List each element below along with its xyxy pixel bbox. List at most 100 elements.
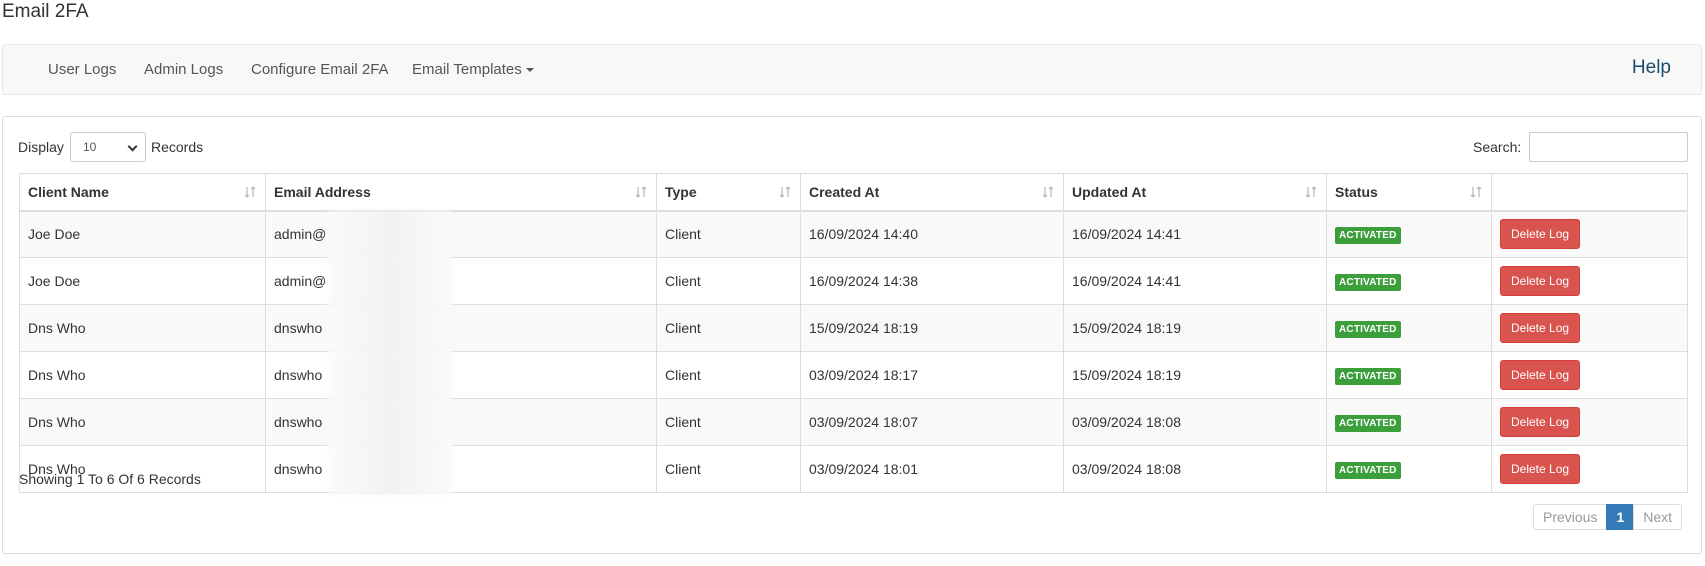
cell-client-name: Dns Who: [19, 398, 266, 446]
cell-status: ACTIVATED: [1326, 398, 1492, 446]
cell-client-name: Joe Doe: [19, 210, 266, 258]
cell-created-at: 03/09/2024 18:07: [800, 398, 1064, 446]
column-header-created-at[interactable]: Created At: [800, 173, 1064, 212]
pagination-page-current[interactable]: 1: [1606, 504, 1635, 530]
table-row: Dns Who dnswho Client 03/09/2024 18:01 0…: [19, 445, 1688, 494]
pagination-previous[interactable]: Previous: [1533, 504, 1608, 530]
sort-arrows-icon: [1305, 186, 1317, 198]
email-text: admin@: [274, 273, 327, 289]
nav-email-templates-dropdown[interactable]: Email Templates: [412, 45, 534, 94]
column-header-label: Type: [665, 183, 697, 200]
cell-type: Client: [656, 304, 801, 352]
table-row: Dns Who dnswho Client 15/09/2024 18:19 1…: [19, 304, 1688, 353]
redaction-blur: [328, 351, 452, 400]
cell-updated-at: 03/09/2024 18:08: [1063, 398, 1327, 446]
column-header-status[interactable]: Status: [1326, 173, 1492, 212]
email-text: dnswho: [274, 414, 323, 430]
cell-status: ACTIVATED: [1326, 445, 1492, 493]
pagination-next[interactable]: Next: [1633, 504, 1683, 530]
nav-admin-logs[interactable]: Admin Logs: [144, 45, 223, 94]
cell-client-name: Dns Who: [19, 304, 266, 352]
column-header-label: Client Name: [28, 183, 109, 200]
column-header-label: Updated At: [1072, 183, 1147, 200]
cell-created-at: 15/09/2024 18:19: [800, 304, 1064, 352]
redaction-blur: [328, 398, 452, 447]
cell-created-at: 03/09/2024 18:17: [800, 351, 1064, 399]
cell-type: Client: [656, 257, 801, 305]
cell-type: Client: [656, 445, 801, 493]
cell-status: ACTIVATED: [1326, 257, 1492, 305]
records-summary: Showing 1 To 6 Of 6 Records: [19, 471, 201, 487]
logs-table: Client Name Email Address Type Created A…: [19, 173, 1688, 494]
cell-status: ACTIVATED: [1326, 351, 1492, 399]
delete-log-button[interactable]: Delete Log: [1500, 360, 1581, 390]
cell-created-at: 16/09/2024 14:40: [800, 210, 1064, 258]
status-badge: ACTIVATED: [1335, 320, 1401, 338]
cell-updated-at: 16/09/2024 14:41: [1063, 210, 1327, 258]
column-header-type[interactable]: Type: [656, 173, 801, 212]
cell-type: Client: [656, 351, 801, 399]
sort-arrows-icon: [1470, 186, 1482, 198]
nav-email-templates-label: Email Templates: [412, 61, 522, 78]
cell-actions: Delete Log: [1491, 257, 1688, 305]
column-header-label: Created At: [809, 183, 880, 200]
delete-log-button[interactable]: Delete Log: [1500, 454, 1581, 484]
pagination: Previous 1 Next: [1533, 504, 1683, 530]
cell-client-name: Dns Who: [19, 351, 266, 399]
cell-email: admin@: [265, 210, 657, 260]
cell-actions: Delete Log: [1491, 304, 1688, 352]
column-header-label: Email Address: [274, 183, 371, 200]
cell-actions: Delete Log: [1491, 398, 1688, 446]
redaction-blur: [328, 445, 452, 494]
nav-configure-email-2fa[interactable]: Configure Email 2FA: [251, 45, 389, 94]
nav-user-logs[interactable]: User Logs: [48, 45, 116, 94]
column-header-email-address[interactable]: Email Address: [265, 173, 657, 212]
column-header-actions: [1491, 173, 1688, 212]
email-text: dnswho: [274, 461, 323, 477]
sort-arrows-icon: [244, 186, 256, 198]
cell-actions: Delete Log: [1491, 210, 1688, 258]
logs-panel: Display 10 Records Search: Client Name E…: [2, 116, 1702, 554]
cell-updated-at: 16/09/2024 14:41: [1063, 257, 1327, 305]
display-label: Display: [18, 139, 64, 155]
cell-email: dnswho: [265, 351, 657, 400]
email-text: admin@: [274, 226, 327, 243]
status-badge: ACTIVATED: [1335, 226, 1401, 244]
help-link[interactable]: Help: [1632, 45, 1671, 94]
table-row: Joe Doe admin@ Client 16/09/2024 14:40 1…: [19, 210, 1688, 260]
delete-log-button[interactable]: Delete Log: [1500, 313, 1581, 343]
search-input[interactable]: [1529, 132, 1688, 162]
cell-updated-at: 15/09/2024 18:19: [1063, 351, 1327, 399]
table-row: Dns Who dnswho Client 03/09/2024 18:17 1…: [19, 351, 1688, 400]
delete-log-button[interactable]: Delete Log: [1500, 266, 1581, 296]
cell-updated-at: 15/09/2024 18:19: [1063, 304, 1327, 352]
cell-created-at: 16/09/2024 14:38: [800, 257, 1064, 305]
email-text: dnswho: [274, 367, 323, 383]
delete-log-button[interactable]: Delete Log: [1500, 407, 1581, 437]
column-header-updated-at[interactable]: Updated At: [1063, 173, 1327, 212]
cell-email: dnswho: [265, 398, 657, 447]
cell-email: dnswho: [265, 304, 657, 353]
caret-down-icon: [525, 68, 534, 73]
chevron-down-icon: [127, 141, 138, 152]
cell-email: dnswho: [265, 445, 657, 494]
table-header-row: Client Name Email Address Type Created A…: [19, 173, 1688, 212]
cell-client-name: Joe Doe: [19, 257, 266, 305]
records-per-page-select[interactable]: 10: [70, 132, 146, 162]
column-header-label: Status: [1335, 183, 1378, 200]
cell-actions: Delete Log: [1491, 351, 1688, 399]
cell-email: admin@: [265, 257, 657, 306]
sort-arrows-icon: [1042, 186, 1054, 198]
status-badge: ACTIVATED: [1335, 414, 1401, 432]
status-badge: ACTIVATED: [1335, 273, 1401, 291]
status-badge: ACTIVATED: [1335, 461, 1401, 479]
redaction-blur: [328, 257, 452, 306]
sort-arrows-icon: [635, 186, 647, 198]
email-text: dnswho: [274, 320, 323, 336]
delete-log-button[interactable]: Delete Log: [1500, 219, 1581, 250]
module-navbar: User Logs Admin Logs Configure Email 2FA…: [2, 44, 1702, 95]
records-per-page-value: 10: [83, 140, 97, 154]
status-badge: ACTIVATED: [1335, 367, 1401, 385]
column-header-client-name[interactable]: Client Name: [19, 173, 266, 212]
cell-actions: Delete Log: [1491, 445, 1688, 493]
